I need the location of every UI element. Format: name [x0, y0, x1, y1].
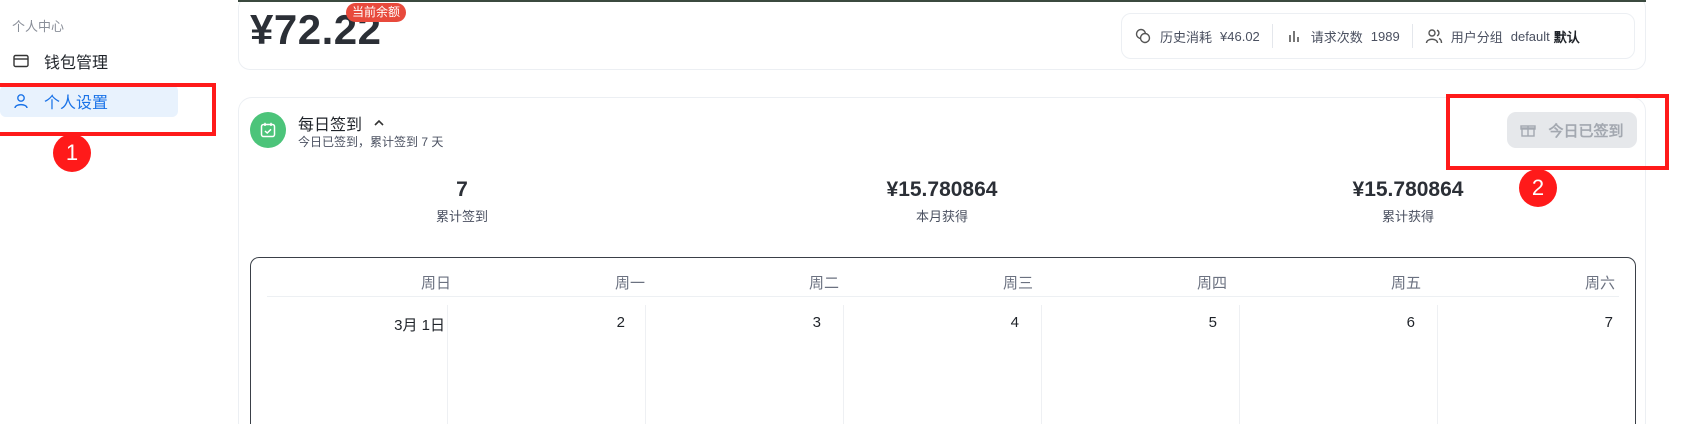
wallet-icon — [12, 52, 30, 70]
balance-badge: 当前余额 — [346, 3, 407, 22]
metric-month-earned: ¥15.780864 本月获得 — [822, 178, 1062, 225]
stat-value: ¥46.02 — [1220, 28, 1260, 44]
checkin-title[interactable]: 每日签到 — [298, 111, 386, 135]
stat-label: 请求次数 — [1310, 29, 1363, 45]
calendar-day[interactable]: 4 — [979, 314, 1019, 331]
stat-history-spend: 历史消耗 ¥46.02 — [1122, 14, 1272, 58]
divider — [1437, 305, 1438, 424]
divider — [1239, 305, 1240, 424]
annotation-box-1 — [0, 83, 216, 136]
divider — [1041, 305, 1042, 424]
annotation-marker-2: 2 — [1519, 169, 1557, 207]
divider — [645, 305, 646, 424]
calendar-day[interactable]: 3月 1日 — [375, 314, 445, 335]
metric-total-earned: ¥15.780864 累计获得 — [1288, 178, 1528, 225]
weekday-label: 周三 — [1002, 275, 1033, 292]
divider — [843, 305, 844, 424]
stat-label: 历史消耗 — [1160, 29, 1213, 45]
sidebar-section-title: 个人中心 — [12, 19, 65, 34]
stat-value: 1989 — [1370, 28, 1400, 44]
weekday-label: 周四 — [1196, 275, 1227, 292]
top-divider — [238, 0, 1646, 2]
metric-caption: 本月获得 — [915, 209, 968, 224]
checkin-title-text: 每日签到 — [298, 117, 363, 134]
weekday-label: 周六 — [1584, 275, 1615, 292]
calendar-day[interactable]: 7 — [1573, 314, 1613, 331]
annotation-marker-1: 1 — [53, 134, 91, 172]
stat-value-secondary: 默认 — [1553, 29, 1580, 45]
usage-stats: 历史消耗 ¥46.02 请求次数 1989 用户分组 default 默认 — [1121, 13, 1635, 59]
calendar-day[interactable]: 3 — [781, 314, 821, 331]
calendar-day[interactable]: 2 — [585, 314, 625, 331]
chevron-up-icon[interactable] — [372, 116, 386, 130]
metric-caption: 累计签到 — [435, 209, 488, 224]
metric-caption: 累计获得 — [1381, 209, 1434, 224]
checkin-subtitle: 今日已签到，累计签到 7 天 — [298, 135, 444, 149]
divider — [267, 296, 1619, 297]
metric-value: ¥15.780864 — [886, 178, 998, 201]
divider — [447, 305, 448, 424]
calendar-header: 周日 周一 周二 周三 周四 周五 周六 — [251, 258, 1635, 296]
stat-user-group: 用户分组 default 默认 — [1413, 14, 1592, 58]
stat-value: default — [1510, 28, 1550, 44]
sidebar: 个人中心 钱包管理 个人设置 — [0, 0, 220, 424]
stat-request-count: 请求次数 1989 — [1273, 14, 1412, 58]
weekday-label: 周日 — [420, 275, 451, 292]
coins-icon — [1134, 27, 1152, 45]
checkin-calendar: 周日 周一 周二 周三 周四 周五 周六 3月 1日 2 3 4 5 6 7 — [250, 257, 1636, 424]
calendar-check-icon — [250, 112, 286, 148]
weekday-label: 周二 — [808, 275, 839, 292]
stat-label: 用户分组 — [1450, 29, 1503, 45]
sidebar-item-label: 钱包管理 — [44, 55, 109, 72]
calendar-day[interactable]: 5 — [1177, 314, 1217, 331]
metric-total-checkins: 7 累计签到 — [342, 178, 582, 225]
sidebar-item-wallet[interactable]: 钱包管理 — [0, 45, 178, 77]
metric-value: ¥15.780864 — [1352, 178, 1464, 201]
weekday-label: 周五 — [1390, 275, 1421, 292]
bar-chart-icon — [1285, 27, 1303, 45]
metric-value: 7 — [456, 178, 468, 201]
annotation-box-2 — [1446, 94, 1669, 170]
calendar-day[interactable]: 6 — [1375, 314, 1415, 331]
weekday-label: 周一 — [614, 275, 645, 292]
users-icon — [1425, 27, 1443, 45]
